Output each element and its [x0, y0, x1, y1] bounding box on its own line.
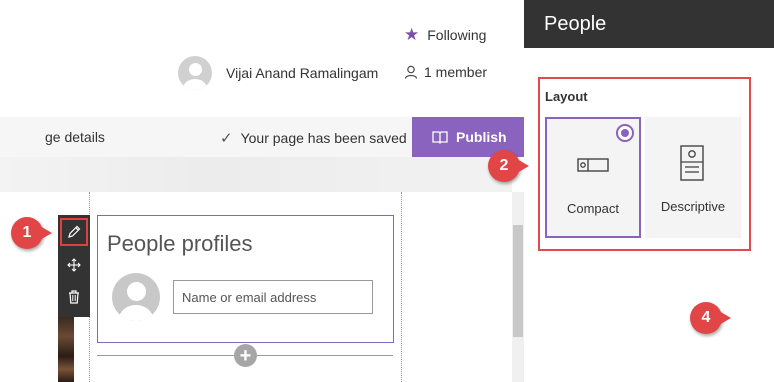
following-label: Following [427, 26, 487, 43]
user-name: Vijai Anand Ramalingam [226, 65, 379, 81]
panel-title: People [524, 0, 774, 48]
move-icon [67, 258, 81, 272]
callout-marker: 1 [11, 217, 52, 249]
layout-option-descriptive[interactable]: Descriptive [645, 117, 741, 238]
add-webpart-button[interactable]: + [234, 344, 257, 367]
name-email-input[interactable] [173, 280, 373, 314]
compact-layout-icon [577, 158, 609, 172]
person-avatar [112, 273, 160, 321]
trash-icon [69, 290, 79, 304]
layout-option-compact[interactable]: Compact [545, 117, 641, 238]
image-thumbnail [58, 317, 74, 382]
compact-label: Compact [566, 201, 620, 216]
move-webpart-button[interactable] [58, 249, 90, 281]
pencil-icon [68, 225, 81, 238]
page-details-button[interactable]: ge details [45, 129, 105, 145]
descriptive-label: Descriptive [660, 199, 726, 214]
plus-icon: + [239, 344, 252, 367]
save-status-text: Your page has been saved [240, 130, 407, 146]
selected-radio-icon [616, 124, 634, 142]
people-webpart[interactable]: People profiles [97, 215, 394, 343]
edit-webpart-button[interactable] [60, 218, 88, 246]
property-pane: People Layout Compact Descriptive [524, 0, 774, 382]
page-banner [0, 157, 512, 192]
following-button[interactable]: ★ Following [404, 26, 486, 43]
layout-label: Layout [545, 89, 588, 104]
layout-section: Layout Compact Descriptive [538, 77, 751, 251]
user-info: Vijai Anand Ramalingam [178, 56, 378, 90]
descriptive-layout-icon [680, 145, 704, 181]
delete-webpart-button[interactable] [58, 281, 90, 313]
command-bar: ge details ✓ Your page has been saved Pu… [0, 117, 524, 157]
callout-marker: 2 [488, 150, 529, 182]
check-icon: ✓ [220, 130, 233, 147]
avatar [178, 56, 212, 90]
webpart-title[interactable]: People profiles [107, 231, 253, 257]
webpart-toolbar [58, 215, 90, 317]
person-icon [404, 65, 418, 79]
member-count-button[interactable]: 1 member [404, 64, 487, 80]
publish-label: Publish [456, 129, 507, 145]
save-status: ✓ Your page has been saved [220, 129, 407, 147]
book-icon [432, 131, 448, 144]
scrollbar-thumb[interactable] [513, 225, 523, 337]
star-icon: ★ [404, 25, 420, 44]
member-count: 1 member [424, 64, 488, 80]
callout-marker: 4 [690, 302, 731, 334]
